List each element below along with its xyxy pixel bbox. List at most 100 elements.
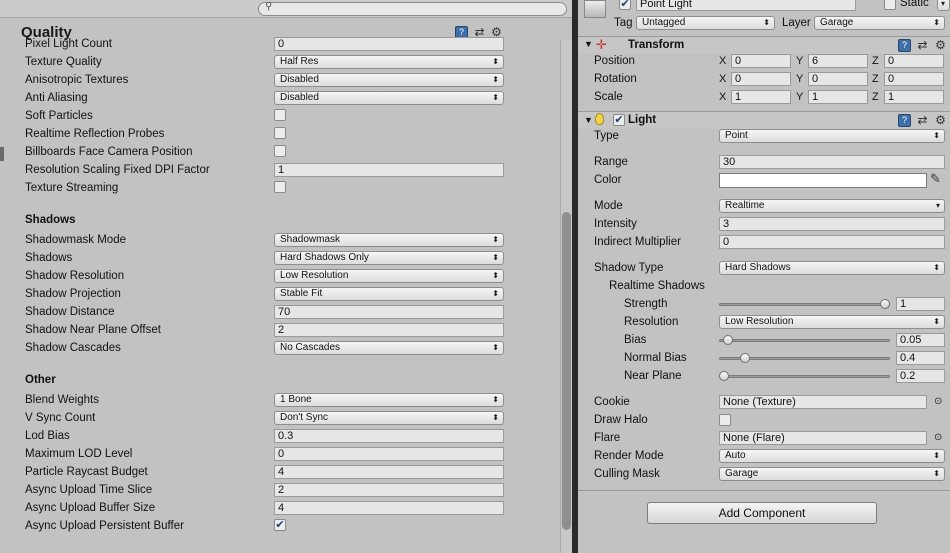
light-header[interactable]: ▼ ✔ Light ? ⇄ ⚙ (578, 111, 950, 129)
setting-dropdown[interactable]: Disabled ⬍ (274, 91, 504, 105)
setting-dropdown[interactable]: Don't Sync ⬍ (274, 411, 504, 425)
setting-field[interactable]: 4 (274, 465, 504, 479)
chevron-down-icon: ⬍ (933, 469, 940, 478)
object-picker-icon[interactable]: ⊙ (934, 396, 942, 407)
normal-bias-slider-knob[interactable] (740, 353, 751, 363)
color-swatch[interactable] (719, 173, 927, 188)
setting-checkbox[interactable] (274, 145, 286, 157)
setting-checkbox[interactable] (274, 127, 286, 139)
mode-dropdown[interactable]: Realtime ▾ (719, 199, 945, 213)
axis-label-z[interactable]: Z (872, 73, 879, 85)
flare-field[interactable]: None (Flare) (719, 431, 927, 445)
transform-z-field[interactable]: 0 (884, 54, 944, 68)
static-dropdown[interactable]: ▾ (937, 0, 950, 11)
static-label: Static (900, 0, 929, 9)
axis-label-y[interactable]: Y (796, 55, 803, 67)
bias-slider-knob[interactable] (723, 335, 734, 345)
setting-field[interactable]: 2 (274, 483, 504, 497)
setting-dropdown[interactable]: No Cascades ⬍ (274, 341, 504, 355)
indirect-multiplier-field[interactable]: 0 (719, 235, 945, 249)
preset-layout-icon[interactable]: ⇄ (916, 114, 929, 127)
setting-dropdown[interactable]: Half Res ⬍ (274, 55, 504, 69)
cookie-field[interactable]: None (Texture) (719, 395, 927, 409)
chevron-down-icon: ⬍ (492, 75, 499, 84)
normal-bias-field[interactable]: 0.4 (896, 351, 945, 365)
transform-header[interactable]: ▼ ✛ Transform ? ⇄ ⚙ (578, 36, 950, 54)
strength-slider-knob[interactable] (880, 299, 890, 309)
culling-mask-dropdown[interactable]: Garage ⬍ (719, 467, 945, 481)
divider (578, 490, 950, 491)
resolution-dropdown[interactable]: Low Resolution ⬍ (719, 315, 945, 329)
transform-z-field[interactable]: 0 (884, 72, 944, 86)
shadow-type-dropdown[interactable]: Hard Shadows ⬍ (719, 261, 945, 275)
axis-label-z[interactable]: Z (872, 91, 879, 103)
layer-dropdown[interactable]: Garage ⬍ (814, 16, 945, 30)
strength-field[interactable]: 1 (896, 297, 945, 311)
help-book-icon[interactable]: ? (898, 114, 911, 127)
setting-field[interactable]: 4 (274, 501, 504, 515)
fold-arrow-icon[interactable]: ▼ (584, 39, 593, 49)
setting-dropdown[interactable]: Low Resolution ⬍ (274, 269, 504, 283)
light-enabled-checkbox[interactable]: ✔ (613, 114, 625, 126)
setting-checkbox[interactable]: ✔ (274, 519, 286, 531)
setting-label: Shadow Projection (25, 288, 121, 300)
setting-dropdown[interactable]: Stable Fit ⬍ (274, 287, 504, 301)
search-input[interactable]: ⚲ (258, 1, 567, 16)
setting-field[interactable]: 0 (274, 37, 504, 51)
setting-field[interactable]: 2 (274, 323, 504, 337)
setting-dropdown[interactable]: 1 Bone ⬍ (274, 393, 504, 407)
transform-x-field[interactable]: 0 (731, 54, 791, 68)
help-book-icon[interactable]: ? (898, 39, 911, 52)
draw-halo-checkbox[interactable] (719, 414, 731, 426)
render-mode-dropdown[interactable]: Auto ⬍ (719, 449, 945, 463)
fold-arrow-icon[interactable]: ▼ (584, 115, 593, 125)
axis-label-z[interactable]: Z (872, 55, 879, 67)
flare-label: Flare (594, 432, 621, 444)
setting-dropdown[interactable]: Hard Shadows Only ⬍ (274, 251, 504, 265)
axis-label-x[interactable]: X (719, 73, 726, 85)
axis-label-x[interactable]: X (719, 91, 726, 103)
object-name-field[interactable]: Point Light (636, 0, 856, 11)
preset-layout-icon[interactable]: ⇄ (916, 39, 929, 52)
add-component-button[interactable]: Add Component (647, 502, 877, 524)
scrollbar-thumb[interactable] (562, 212, 571, 530)
transform-z-field[interactable]: 1 (884, 90, 944, 104)
range-field[interactable]: 30 (719, 155, 945, 169)
gear-icon[interactable]: ⚙ (934, 39, 947, 52)
transform-y-field[interactable]: 0 (808, 72, 868, 86)
transform-x-field[interactable]: 1 (731, 90, 791, 104)
resize-handle[interactable] (0, 147, 4, 161)
object-active-checkbox[interactable]: ✔ (619, 0, 631, 10)
near-plane-slider-knob[interactable] (719, 371, 729, 381)
bias-slider-track[interactable] (719, 339, 890, 342)
transform-y-field[interactable]: 1 (808, 90, 868, 104)
setting-field[interactable]: 0 (274, 447, 504, 461)
gear-icon[interactable]: ⚙ (934, 114, 947, 127)
static-checkbox[interactable] (884, 0, 896, 10)
strength-slider-track[interactable] (719, 303, 890, 306)
setting-checkbox[interactable] (274, 109, 286, 121)
color-label: Color (594, 174, 622, 186)
intensity-field[interactable]: 3 (719, 217, 945, 231)
transform-y-field[interactable]: 6 (808, 54, 868, 68)
setting-field[interactable]: 1 (274, 163, 504, 177)
object-cube-icon (584, 0, 606, 18)
axis-label-x[interactable]: X (719, 55, 726, 67)
near-plane-slider-track[interactable] (719, 375, 890, 378)
setting-dropdown[interactable]: Disabled ⬍ (274, 73, 504, 87)
transform-x-field[interactable]: 0 (731, 72, 791, 86)
render-mode-label: Render Mode (594, 450, 664, 462)
near-plane-field[interactable]: 0.2 (896, 369, 945, 383)
eyedropper-icon[interactable]: ✎ (930, 171, 941, 187)
bias-field[interactable]: 0.05 (896, 333, 945, 347)
axis-label-y[interactable]: Y (796, 73, 803, 85)
setting-checkbox[interactable] (274, 181, 286, 193)
setting-dropdown[interactable]: Shadowmask ⬍ (274, 233, 504, 247)
axis-label-y[interactable]: Y (796, 91, 803, 103)
setting-field[interactable]: 70 (274, 305, 504, 319)
setting-field[interactable]: 0.3 (274, 429, 504, 443)
setting-dropdown-value: Don't Sync (280, 412, 329, 423)
type-dropdown[interactable]: Point ⬍ (719, 129, 945, 143)
object-picker-icon[interactable]: ⊙ (934, 432, 942, 443)
tag-dropdown[interactable]: Untagged ⬍ (636, 16, 775, 30)
